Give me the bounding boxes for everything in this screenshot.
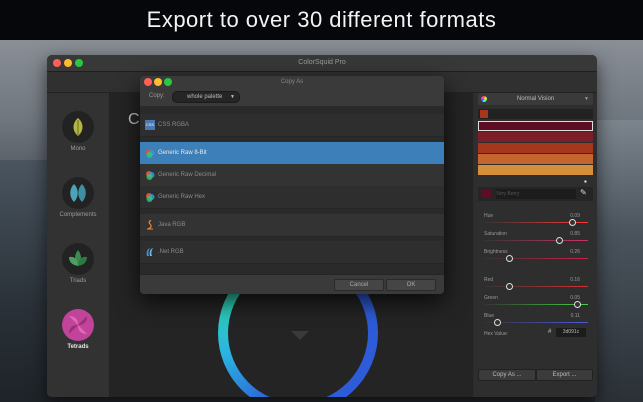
slider-label: Hue bbox=[484, 213, 494, 219]
dialog-title: Copy As bbox=[280, 79, 304, 85]
css-icon: CSS bbox=[145, 120, 155, 130]
palette-swatch[interactable] bbox=[478, 143, 593, 153]
chevron-down-icon: ▼ bbox=[584, 96, 589, 102]
vision-mode-select[interactable]: Normal Vision ▼ bbox=[478, 93, 593, 105]
slider-label: Red bbox=[484, 277, 494, 283]
format-label: .Net RGB bbox=[158, 249, 184, 255]
palette-swatch[interactable] bbox=[478, 165, 593, 175]
slider-label: Green bbox=[484, 295, 498, 301]
sidebar-item-triads[interactable]: Triads bbox=[47, 243, 109, 305]
slider-label: Blue bbox=[484, 313, 495, 319]
copy-label: Copy: bbox=[149, 93, 165, 99]
format-item-generic-raw-hex[interactable]: Generic Raw Hex bbox=[140, 186, 444, 209]
mono-leaf-icon bbox=[62, 111, 94, 143]
sidebar-item-tetrads[interactable]: Tetrads bbox=[47, 309, 109, 371]
slider-label: Saturation bbox=[484, 231, 507, 237]
slider-knob[interactable] bbox=[569, 219, 576, 226]
format-item-generic-raw-decimal[interactable]: Generic Raw Decimal bbox=[140, 164, 444, 187]
complements-leaf-icon bbox=[62, 177, 94, 209]
slider-knob[interactable] bbox=[556, 237, 563, 244]
harmony-sidebar: Mono Complements Triads Tetrads bbox=[47, 93, 110, 397]
window-title: ColorSquid Pro bbox=[298, 59, 346, 66]
window-titlebar: ColorSquid Pro bbox=[47, 55, 597, 72]
sidebar-item-label: Tetrads bbox=[67, 344, 89, 350]
palette-name-field[interactable] bbox=[478, 109, 593, 119]
slider-track[interactable] bbox=[484, 304, 588, 305]
palette-swatch[interactable] bbox=[478, 154, 593, 164]
format-label: Generic Raw 8-Bit bbox=[158, 150, 207, 156]
current-color-swatch[interactable] bbox=[481, 190, 491, 198]
palette-lock-icon[interactable]: ▪ bbox=[584, 177, 587, 186]
color-name-field[interactable]: Very Berry bbox=[496, 189, 576, 199]
slider-value: 0.85 bbox=[570, 231, 580, 237]
hex-label: Hex Value: bbox=[484, 331, 509, 337]
slider-knob[interactable] bbox=[506, 283, 513, 290]
slider-track[interactable] bbox=[484, 258, 588, 259]
eyedropper-icon[interactable]: ✎ bbox=[580, 188, 587, 197]
slider-value: 0.11 bbox=[570, 313, 580, 319]
slider-track[interactable] bbox=[484, 240, 588, 241]
slider-label: Brightness bbox=[484, 249, 508, 255]
tetrads-leaf-icon bbox=[62, 309, 94, 341]
format-list: CSS CSS RGBA Generic Raw 8-Bit Generic R… bbox=[140, 106, 444, 274]
palette-swatch-icon bbox=[480, 110, 488, 118]
format-label: CSS RGBA bbox=[158, 122, 190, 128]
sidebar-item-complements[interactable]: Complements bbox=[47, 177, 109, 239]
palette-swatch[interactable] bbox=[478, 132, 593, 142]
copy-as-button[interactable]: Copy As ... bbox=[478, 369, 536, 381]
sidebar-item-label: Triads bbox=[69, 278, 87, 284]
dialog-footer: Cancel OK bbox=[140, 274, 444, 294]
wheel-pointer-icon bbox=[291, 331, 309, 340]
triads-leaf-icon bbox=[62, 243, 94, 275]
format-item-dotnet-rgb[interactable]: .Net RGB bbox=[140, 241, 444, 264]
sidebar-item-mono[interactable]: Mono bbox=[47, 111, 109, 173]
generic-color-icon bbox=[146, 171, 155, 180]
export-button[interactable]: Export ... bbox=[536, 369, 593, 381]
copy-scope-value: whole palette bbox=[187, 94, 223, 100]
slider-knob[interactable] bbox=[574, 301, 581, 308]
format-item-java-rgb[interactable]: Java RGB bbox=[140, 214, 444, 237]
sidebar-item-label: Mono bbox=[70, 146, 86, 152]
format-label: Generic Raw Hex bbox=[158, 194, 206, 200]
dialog-titlebar: Copy As bbox=[140, 76, 444, 88]
format-item-generic-raw-8bit[interactable]: Generic Raw 8-Bit bbox=[140, 142, 444, 165]
inspector-panel: Normal Vision ▼ ▪ Very Berry ✎ Hue 0.09 Sa… bbox=[474, 93, 597, 397]
palette-swatch[interactable] bbox=[478, 121, 593, 131]
chevron-down-icon: ▼ bbox=[230, 94, 235, 100]
hex-value-field[interactable]: 3d091c bbox=[556, 328, 586, 337]
slider-knob[interactable] bbox=[506, 255, 513, 262]
format-item-css-rgba[interactable]: CSS CSS RGBA bbox=[140, 114, 444, 137]
dotnet-icon bbox=[146, 248, 153, 256]
copy-as-dialog: Copy As Copy: whole palette ▼ CSS CSS RG… bbox=[140, 76, 444, 294]
sidebar-item-label: Complements bbox=[59, 212, 97, 218]
slider-track[interactable] bbox=[484, 286, 588, 287]
slider-value: 0.26 bbox=[570, 249, 580, 255]
format-label: Java RGB bbox=[158, 222, 186, 228]
mountain-right bbox=[595, 120, 643, 402]
format-label: Generic Raw Decimal bbox=[158, 172, 217, 178]
java-icon bbox=[147, 220, 153, 230]
vision-mode-label: Normal Vision bbox=[516, 96, 555, 102]
ok-button[interactable]: OK bbox=[386, 279, 436, 291]
headline: Export to over 30 different formats bbox=[146, 7, 497, 32]
slider-value: 0.16 bbox=[570, 277, 580, 283]
slider-knob[interactable] bbox=[494, 319, 501, 326]
harmony-title: C bbox=[128, 111, 140, 128]
copy-scope-bar: Copy: whole palette ▼ bbox=[140, 88, 444, 107]
generic-color-icon bbox=[146, 149, 155, 158]
cancel-button[interactable]: Cancel bbox=[334, 279, 384, 291]
hash-icon: # bbox=[548, 329, 552, 335]
generic-color-icon bbox=[146, 193, 155, 202]
color-name-row: Very Berry ✎ bbox=[478, 187, 593, 201]
copy-scope-select[interactable]: whole palette ▼ bbox=[172, 91, 240, 103]
